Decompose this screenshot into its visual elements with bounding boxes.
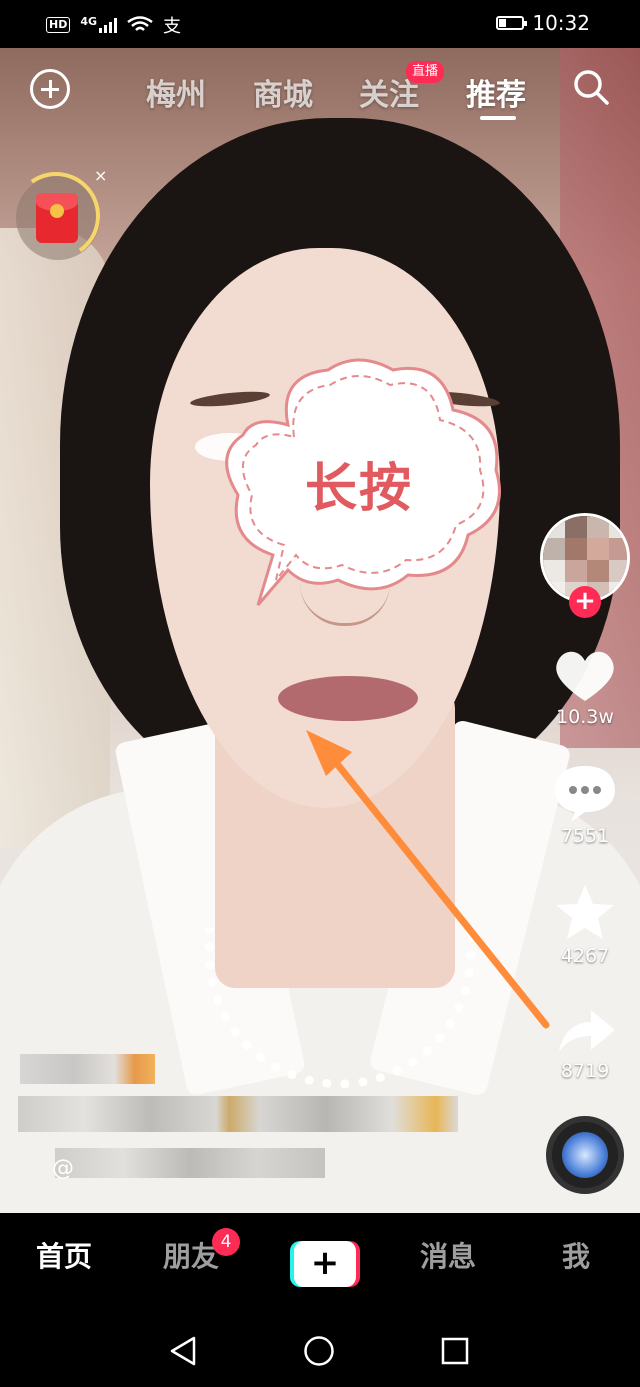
app-screen: HD 4G 支 10:32 @ 梅州 商城 关注 直播 推荐 × 长按 + 10… (0, 0, 640, 1387)
close-icon[interactable]: × (94, 166, 107, 185)
active-tab-indicator (480, 116, 516, 120)
comment-count: 7551 (560, 825, 610, 847)
red-envelope-icon (36, 193, 78, 243)
add-circle-icon[interactable] (30, 69, 70, 109)
comment-icon[interactable] (545, 762, 625, 824)
hd-indicator: HD (46, 17, 71, 33)
plus-icon: + (310, 1243, 340, 1283)
system-nav-bar (0, 1313, 640, 1387)
nav-me[interactable]: 我 (562, 1235, 590, 1275)
favorite-count: 4267 (560, 945, 610, 967)
nav-friends[interactable]: 朋友 (163, 1235, 219, 1275)
share-icon[interactable] (545, 1002, 625, 1058)
mention-symbol: @ (52, 1156, 74, 1181)
search-icon[interactable] (572, 68, 610, 106)
bubble-text: 长按 (304, 459, 413, 519)
heart-icon[interactable] (545, 645, 625, 705)
create-button[interactable]: + (290, 1241, 360, 1287)
bottom-nav: 首页 朋友 4 + 消息 我 (0, 1213, 640, 1313)
signal-icon (99, 17, 118, 33)
clock: 10:32 (532, 11, 590, 35)
caption-text-blurred[interactable] (18, 1096, 458, 1132)
live-badge: 直播 (406, 61, 445, 83)
nav-home[interactable]: 首页 (36, 1235, 92, 1275)
lips (278, 676, 418, 721)
tab-mall[interactable]: 商城 (253, 70, 313, 114)
caption-mention-blurred[interactable] (55, 1148, 325, 1178)
nav-messages[interactable]: 消息 (420, 1235, 476, 1275)
share-count: 8719 (560, 1060, 610, 1082)
like-count: 10.3w (556, 706, 614, 728)
red-envelope-widget[interactable] (5, 165, 107, 267)
friends-badge: 4 (212, 1228, 240, 1256)
battery-icon (496, 16, 528, 30)
follow-button[interactable]: + (569, 586, 601, 618)
alipay-icon: 支 (163, 16, 182, 37)
tab-recommended[interactable]: 推荐 (466, 70, 526, 114)
status-bar: HD 4G 支 10:32 (0, 0, 640, 48)
top-nav: 梅州 商城 关注 直播 推荐 (0, 48, 640, 128)
tab-meizhou[interactable]: 梅州 (146, 70, 206, 114)
recents-icon[interactable] (441, 1337, 469, 1365)
caption-author-blurred[interactable] (20, 1054, 155, 1084)
back-icon[interactable] (168, 1335, 198, 1367)
star-icon[interactable] (545, 882, 625, 944)
network-type: 4G (80, 14, 98, 28)
wifi-icon (127, 16, 153, 31)
music-disc-icon[interactable] (546, 1116, 624, 1194)
home-icon[interactable] (303, 1335, 335, 1367)
